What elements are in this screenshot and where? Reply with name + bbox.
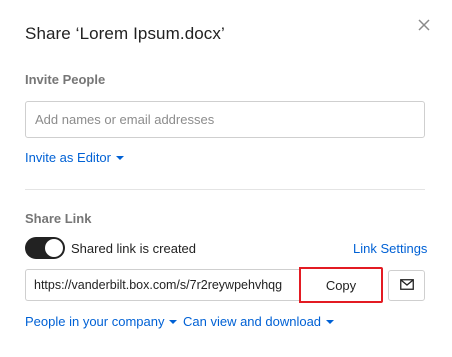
- link-settings-link[interactable]: Link Settings: [353, 241, 427, 256]
- shared-link-toggle[interactable]: [25, 237, 65, 259]
- invite-people-label: Invite People: [25, 72, 106, 87]
- envelope-icon: [399, 277, 414, 295]
- shared-link-url-field[interactable]: [25, 269, 300, 301]
- copy-link-button[interactable]: Copy: [299, 267, 383, 303]
- share-link-label: Share Link: [25, 211, 92, 226]
- link-access-dropdown[interactable]: People in your company: [25, 314, 178, 329]
- link-access-label: People in your company: [25, 314, 165, 329]
- chevron-down-icon: [326, 319, 335, 324]
- shared-link-status: Shared link is created: [71, 241, 197, 256]
- link-permission-dropdown[interactable]: Can view and download: [183, 314, 335, 329]
- divider: [25, 189, 425, 190]
- email-link-button[interactable]: [388, 270, 425, 301]
- invite-people-input[interactable]: [25, 101, 425, 138]
- chevron-down-icon: [169, 319, 178, 324]
- invite-role-dropdown[interactable]: Invite as Editor: [25, 150, 124, 165]
- close-icon[interactable]: [415, 16, 433, 34]
- dialog-title: Share ‘Lorem Ipsum.docx’: [25, 24, 225, 43]
- link-permission-label: Can view and download: [183, 314, 322, 329]
- chevron-down-icon: [116, 155, 124, 160]
- toggle-knob: [45, 239, 63, 257]
- share-dialog: Share ‘Lorem Ipsum.docx’ Invite People I…: [0, 0, 452, 357]
- invite-role-label: Invite as Editor: [25, 150, 111, 165]
